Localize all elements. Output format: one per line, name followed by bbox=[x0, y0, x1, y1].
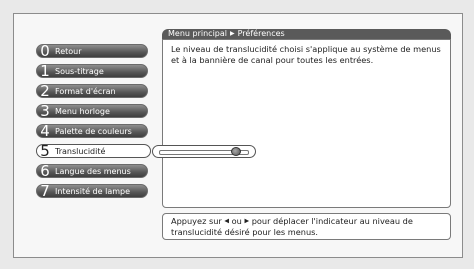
menu-item-langue-menus[interactable]: 6 Langue des menus bbox=[36, 162, 148, 180]
menu-item-format-ecran[interactable]: 2 Format d'écran bbox=[36, 82, 148, 100]
menu-item-label: Sous-titrage bbox=[55, 66, 104, 76]
menu-item-number: 5 bbox=[40, 142, 50, 160]
menu-item-number: 1 bbox=[40, 62, 50, 80]
menu-item-label: Menu horloge bbox=[55, 106, 110, 116]
breadcrumb-separator-icon: ▶ bbox=[230, 30, 235, 37]
menu-item-retour[interactable]: 0 Retour bbox=[36, 42, 148, 60]
menu-item-number: 4 bbox=[40, 122, 50, 140]
menu-item-label: Retour bbox=[55, 46, 82, 56]
menu-item-label: Langue des menus bbox=[55, 166, 131, 176]
hint-text: Appuyez sur ◀ ou ▶ pour déplacer l'indic… bbox=[171, 216, 443, 237]
menu-item-number: 0 bbox=[40, 42, 50, 60]
breadcrumb: Menu principal ▶ Préférences bbox=[162, 29, 451, 39]
menu-item-sous-titrage[interactable]: 1 Sous-titrage bbox=[36, 62, 148, 80]
left-arrow-icon: ◀ bbox=[224, 217, 230, 225]
menu-item-number: 2 bbox=[40, 82, 50, 100]
menu-item-translucidite[interactable]: 5 Translucidité bbox=[36, 142, 151, 160]
hint-part1: Appuyez sur bbox=[171, 216, 222, 226]
right-arrow-icon: ▶ bbox=[244, 217, 250, 225]
menu-item-intensite-lampe[interactable]: 7 Intensité de lampe bbox=[36, 182, 148, 200]
menu-item-label: Intensité de lampe bbox=[55, 186, 131, 196]
menu-item-label: Palette de couleurs bbox=[55, 126, 132, 136]
breadcrumb-root[interactable]: Menu principal bbox=[168, 29, 227, 39]
menu-item-number: 6 bbox=[40, 162, 50, 180]
menu-item-label: Format d'écran bbox=[55, 86, 116, 96]
menu-item-menu-horloge[interactable]: 3 Menu horloge bbox=[36, 102, 148, 120]
menu-item-number: 7 bbox=[40, 182, 50, 200]
translucency-slider[interactable] bbox=[152, 145, 256, 158]
breadcrumb-current: Préférences bbox=[237, 29, 285, 38]
hint-ou: ou bbox=[231, 216, 242, 226]
menu-item-palette-couleurs[interactable]: 4 Palette de couleurs bbox=[36, 122, 148, 140]
menu-item-label: Translucidité bbox=[55, 146, 106, 156]
description-text: Le niveau de translucidité choisi s'appl… bbox=[171, 44, 441, 65]
menu-item-number: 3 bbox=[40, 102, 50, 120]
